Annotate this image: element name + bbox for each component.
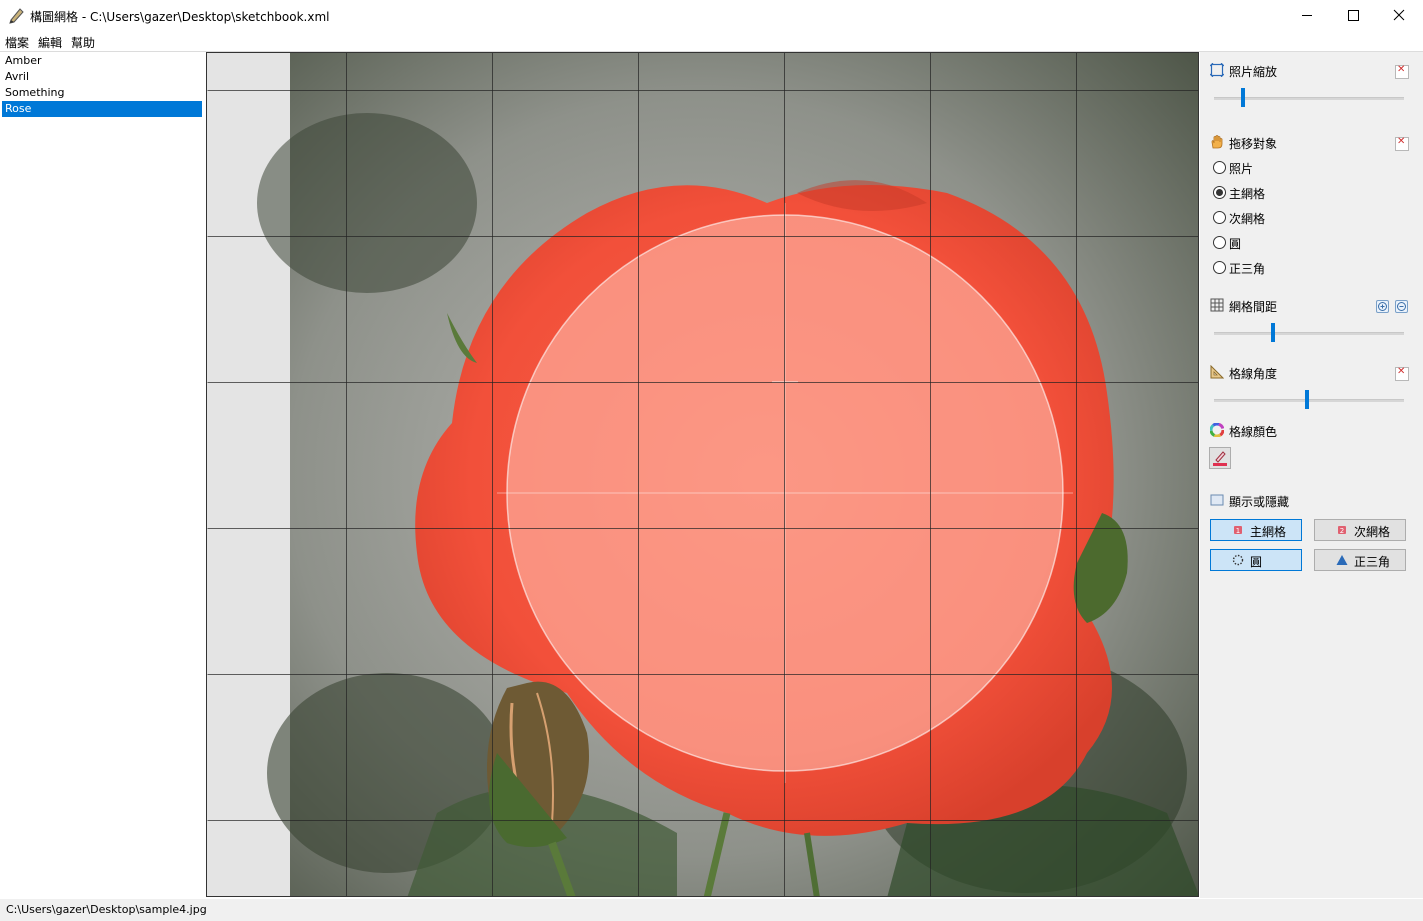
status-bar: C:\Users\gazer\Desktop\sample4.jpg xyxy=(0,899,1423,921)
toggle-triangle-label: 正三角 xyxy=(1354,555,1391,569)
zoom-in-icon[interactable] xyxy=(1376,300,1389,313)
control-panel: 照片縮放 拖移對象 照片 主網格 次網格 圓 正三角 網格間距 格線角度 xyxy=(1200,52,1423,898)
grid-icon xyxy=(1210,298,1224,312)
close-button[interactable] xyxy=(1376,0,1422,31)
radio-photo-label: 照片 xyxy=(1229,162,1254,176)
title-bar: 構圖網格 - C:\Users\gazer\Desktop\sketchbook… xyxy=(0,0,1423,31)
menu-file[interactable]: 檔案 xyxy=(5,34,29,51)
maximize-icon xyxy=(1348,10,1359,21)
radio-sub-grid-label: 次網格 xyxy=(1229,212,1266,226)
pen-color-icon xyxy=(1213,451,1227,466)
svg-text:2: 2 xyxy=(1340,527,1344,535)
minimize-icon xyxy=(1302,15,1312,16)
visibility-title: 顯示或隱藏 xyxy=(1229,495,1290,509)
sub-grid-icon: 2 xyxy=(1338,526,1346,535)
toggle-circle-button[interactable]: 圓 xyxy=(1210,549,1302,571)
window-title: 構圖網格 - C:\Users\gazer\Desktop\sketchbook… xyxy=(30,10,330,24)
drag-target-reset-button[interactable] xyxy=(1395,136,1409,151)
toggle-main-grid-label: 主網格 xyxy=(1250,525,1287,539)
list-item[interactable]: Amber xyxy=(2,53,202,69)
grid-spacing-slider-thumb[interactable] xyxy=(1270,323,1275,342)
photo-canvas[interactable] xyxy=(206,52,1199,897)
radio-main-grid-label: 主網格 xyxy=(1229,187,1266,201)
toggle-sub-grid-button[interactable]: 2 次網格 xyxy=(1314,519,1406,541)
line-color-title: 格線顏色 xyxy=(1229,425,1278,439)
ruler-triangle-icon xyxy=(1210,365,1224,379)
line-color-button[interactable] xyxy=(1209,447,1231,469)
toggle-main-grid-button[interactable]: 1 主網格 xyxy=(1210,519,1302,541)
zoom-reset-button[interactable] xyxy=(1395,64,1409,79)
hand-icon xyxy=(1211,135,1223,149)
canvas-drawing xyxy=(207,53,1198,896)
drag-target-title: 拖移對象 xyxy=(1229,137,1278,151)
menu-edit[interactable]: 編輯 xyxy=(38,34,62,51)
menu-help[interactable]: 幫助 xyxy=(71,34,95,51)
status-file-path: C:\Users\gazer\Desktop\sample4.jpg xyxy=(6,903,207,916)
radio-circle[interactable] xyxy=(1213,236,1226,249)
close-icon xyxy=(1393,9,1405,21)
maximize-button[interactable] xyxy=(1330,0,1376,31)
svg-text:1: 1 xyxy=(1236,527,1240,535)
display-icon xyxy=(1210,494,1224,506)
toggle-triangle-button[interactable]: 正三角 xyxy=(1314,549,1406,571)
list-item[interactable]: Avril xyxy=(2,69,202,85)
radio-triangle[interactable] xyxy=(1213,261,1226,274)
sketch-list: Amber Avril Something Rose xyxy=(2,53,202,899)
radio-main-grid[interactable] xyxy=(1213,186,1226,199)
radio-photo[interactable] xyxy=(1213,161,1226,174)
zoom-out-icon[interactable] xyxy=(1395,300,1408,313)
triangle-icon xyxy=(1336,555,1348,565)
zoom-frame-icon xyxy=(1210,63,1224,77)
menu-bar: 檔案 編輯 幫助 xyxy=(0,31,1423,52)
grid-spacing-title: 網格間距 xyxy=(1229,300,1278,314)
grid-spacing-slider[interactable] xyxy=(1214,332,1404,335)
list-item[interactable]: Something xyxy=(2,85,202,101)
radio-triangle-label: 正三角 xyxy=(1229,262,1266,276)
radio-sub-grid[interactable] xyxy=(1213,211,1226,224)
zoom-slider-thumb[interactable] xyxy=(1240,88,1245,107)
pencil-icon xyxy=(9,8,24,24)
line-angle-slider-thumb[interactable] xyxy=(1305,390,1310,409)
list-item-selected[interactable]: Rose xyxy=(2,101,202,117)
radio-circle-label: 圓 xyxy=(1229,237,1242,251)
toggle-circle-label: 圓 xyxy=(1250,555,1263,569)
color-wheel-icon xyxy=(1210,423,1224,437)
line-angle-title: 格線角度 xyxy=(1229,367,1278,381)
zoom-title: 照片縮放 xyxy=(1229,65,1278,79)
main-grid-icon: 1 xyxy=(1234,526,1242,535)
line-angle-reset-button[interactable] xyxy=(1395,366,1409,381)
minimize-button[interactable] xyxy=(1284,0,1330,31)
toggle-sub-grid-label: 次網格 xyxy=(1354,525,1391,539)
circle-dotted-icon xyxy=(1232,554,1244,566)
